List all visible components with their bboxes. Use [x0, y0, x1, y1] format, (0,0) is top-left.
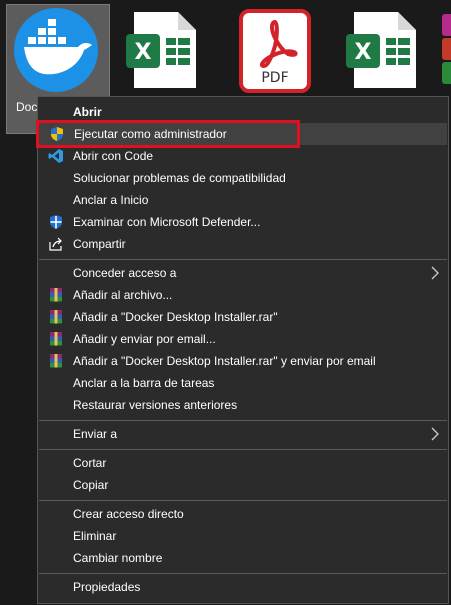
menu-separator [39, 420, 447, 421]
pdf-label: PDF [261, 70, 288, 86]
menu-item-label: Compartir [73, 237, 126, 251]
menu-item-add-archive[interactable]: Añadir al archivo... [38, 284, 448, 306]
menu-item-troubleshoot[interactable]: Solucionar problemas de compatibilidad [38, 167, 448, 189]
menu-item-label: Añadir a "Docker Desktop Installer.rar" … [73, 354, 376, 368]
menu-item-add-rar-email[interactable]: Añadir a "Docker Desktop Installer.rar" … [38, 350, 448, 372]
menu-item-label: Añadir a "Docker Desktop Installer.rar" [73, 310, 278, 324]
menu-item-delete[interactable]: Eliminar [38, 525, 448, 547]
svg-text:X: X [355, 40, 372, 65]
menu-item-restore-versions[interactable]: Restaurar versiones anteriores [38, 394, 448, 416]
menu-item-label: Solucionar problemas de compatibilidad [73, 171, 286, 185]
menu-separator [39, 573, 447, 574]
menu-item-label: Añadir y enviar por email... [73, 332, 216, 346]
vscode-icon [48, 149, 63, 163]
context-menu: Abrir Ejecutar como administrador Abrir … [37, 96, 449, 604]
menu-item-label: Restaurar versiones anteriores [73, 398, 238, 412]
menu-item-cut[interactable]: Cortar [38, 452, 448, 474]
menu-item-label: Cambiar nombre [73, 551, 163, 565]
menu-item-label: Copiar [73, 478, 109, 492]
menu-item-label: Eliminar [73, 529, 117, 543]
menu-item-pin-taskbar[interactable]: Anclar a la barra de tareas [38, 372, 448, 394]
excel-file-icon-2[interactable]: X [340, 10, 420, 90]
menu-item-label: Anclar a la barra de tareas [73, 376, 215, 390]
winrar-icon [50, 332, 62, 346]
share-icon [49, 237, 62, 251]
menu-item-share[interactable]: Compartir [38, 233, 448, 255]
menu-item-label: Examinar con Microsoft Defender... [73, 215, 261, 229]
menu-item-label: Propiedades [73, 580, 141, 594]
menu-item-scan-defender[interactable]: Examinar con Microsoft Defender... [38, 211, 448, 233]
menu-item-label: Crear acceso directo [73, 507, 184, 521]
excel-file-icon[interactable]: X [120, 10, 200, 90]
docker-icon [14, 8, 98, 92]
menu-item-properties[interactable]: Propiedades [38, 576, 448, 598]
menu-item-label: Abrir [73, 105, 102, 119]
menu-separator [39, 259, 447, 260]
menu-item-label: Conceder acceso a [73, 266, 177, 280]
menu-item-label: Cortar [73, 456, 107, 470]
pdf-file-icon[interactable]: PDF [238, 8, 314, 96]
menu-item-label: Anclar a Inicio [73, 193, 149, 207]
menu-item-label: Abrir con Code [73, 149, 154, 163]
chevron-right-icon [431, 266, 439, 280]
menu-item-give-access[interactable]: Conceder acceso a [38, 262, 448, 284]
partial-app-icon[interactable] [440, 14, 451, 84]
chevron-right-icon [431, 427, 439, 441]
menu-item-label: Enviar a [73, 427, 118, 441]
winrar-icon [50, 354, 62, 368]
menu-item-send-to[interactable]: Enviar a [38, 423, 448, 445]
menu-item-add-email[interactable]: Añadir y enviar por email... [38, 328, 448, 350]
menu-separator [39, 449, 447, 450]
menu-item-create-shortcut[interactable]: Crear acceso directo [38, 503, 448, 525]
menu-item-copy[interactable]: Copiar [38, 474, 448, 496]
menu-item-rename[interactable]: Cambiar nombre [38, 547, 448, 569]
winrar-icon [50, 310, 62, 324]
menu-item-pin-start[interactable]: Anclar a Inicio [38, 189, 448, 211]
menu-separator [39, 500, 447, 501]
winrar-icon [50, 288, 62, 302]
menu-item-label: Añadir al archivo... [73, 288, 173, 302]
svg-text:X: X [135, 40, 152, 65]
defender-shield-icon [50, 215, 62, 229]
highlight-box [36, 120, 300, 148]
menu-item-open-with-code[interactable]: Abrir con Code [38, 145, 448, 167]
menu-item-add-rar[interactable]: Añadir a "Docker Desktop Installer.rar" [38, 306, 448, 328]
